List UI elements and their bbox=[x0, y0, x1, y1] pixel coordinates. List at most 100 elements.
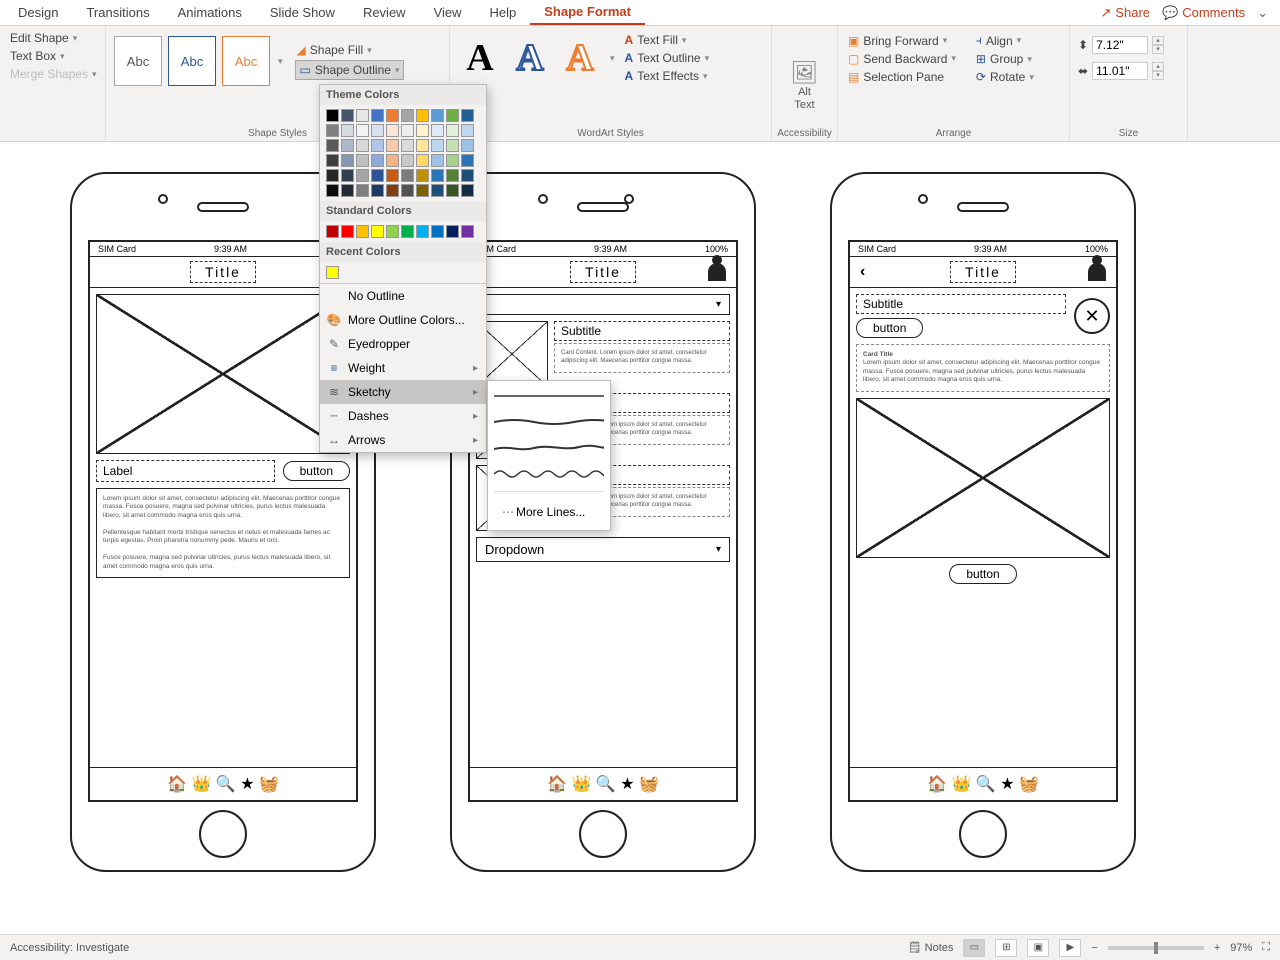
color-swatch[interactable] bbox=[416, 169, 429, 182]
color-swatch[interactable] bbox=[356, 124, 369, 137]
tab-shape-format[interactable]: Shape Format bbox=[530, 0, 645, 25]
color-swatch[interactable] bbox=[356, 154, 369, 167]
color-swatch[interactable] bbox=[371, 109, 384, 122]
more-lines-item[interactable]: ⋯More Lines... bbox=[494, 500, 604, 524]
shape-width[interactable]: ⬌▴▾ bbox=[1078, 62, 1179, 80]
share-button[interactable]: ↗Share bbox=[1100, 5, 1150, 21]
tab-slideshow[interactable]: Slide Show bbox=[256, 1, 349, 24]
view-slideshow[interactable]: ▶ bbox=[1059, 939, 1081, 957]
color-swatch[interactable] bbox=[386, 124, 399, 137]
color-swatch[interactable] bbox=[416, 124, 429, 137]
shape-style-2[interactable]: Abc bbox=[168, 36, 216, 86]
shape-style-more[interactable]: ▾ bbox=[276, 55, 285, 68]
color-swatch[interactable] bbox=[356, 225, 369, 238]
color-swatch[interactable] bbox=[326, 109, 339, 122]
color-swatch[interactable] bbox=[356, 139, 369, 152]
color-swatch[interactable] bbox=[326, 124, 339, 137]
shape-fill-button[interactable]: ◢Shape Fill▾ bbox=[295, 42, 405, 58]
sketchy-item[interactable]: ≋Sketchy▸ ⋯More Lines... bbox=[320, 380, 486, 404]
tab-transitions[interactable]: Transitions bbox=[72, 1, 163, 24]
color-swatch[interactable] bbox=[341, 109, 354, 122]
view-sorter[interactable]: ⊞ bbox=[995, 939, 1017, 957]
color-swatch[interactable] bbox=[446, 184, 459, 197]
tab-view[interactable]: View bbox=[420, 1, 476, 24]
color-swatch[interactable] bbox=[326, 169, 339, 182]
color-swatch[interactable] bbox=[356, 184, 369, 197]
color-swatch[interactable] bbox=[416, 225, 429, 238]
color-swatch[interactable] bbox=[356, 109, 369, 122]
notes-button[interactable]: 🗒 Notes bbox=[908, 941, 954, 954]
sketchy-style-scribble[interactable] bbox=[494, 465, 604, 483]
color-swatch[interactable] bbox=[386, 184, 399, 197]
color-swatch[interactable] bbox=[341, 184, 354, 197]
dashes-item[interactable]: ┄Dashes▸ bbox=[320, 404, 486, 428]
color-swatch[interactable] bbox=[371, 169, 384, 182]
color-swatch[interactable] bbox=[431, 139, 444, 152]
edit-shape-button[interactable]: Edit Shape▾ bbox=[8, 30, 97, 46]
color-swatch[interactable] bbox=[401, 109, 414, 122]
zoom-out[interactable]: − bbox=[1091, 942, 1097, 954]
color-swatch[interactable] bbox=[416, 184, 429, 197]
color-swatch[interactable] bbox=[371, 124, 384, 137]
color-swatch[interactable] bbox=[386, 169, 399, 182]
color-swatch[interactable] bbox=[341, 139, 354, 152]
color-swatch[interactable] bbox=[416, 109, 429, 122]
color-swatch[interactable] bbox=[461, 109, 474, 122]
color-swatch[interactable] bbox=[461, 169, 474, 182]
bring-forward-button[interactable]: ▣Bring Forward▾ bbox=[846, 33, 958, 49]
color-swatch[interactable] bbox=[326, 225, 339, 238]
color-swatch[interactable] bbox=[446, 124, 459, 137]
color-swatch[interactable] bbox=[431, 109, 444, 122]
more-outline-colors-item[interactable]: 🎨More Outline Colors... bbox=[320, 308, 486, 332]
tab-review[interactable]: Review bbox=[349, 1, 420, 24]
color-swatch[interactable] bbox=[401, 184, 414, 197]
text-box-button[interactable]: Text Box▾ bbox=[8, 48, 97, 64]
color-swatch[interactable] bbox=[326, 139, 339, 152]
color-swatch[interactable] bbox=[341, 169, 354, 182]
accessibility-status[interactable]: Accessibility: Investigate bbox=[10, 942, 129, 954]
color-swatch[interactable] bbox=[431, 154, 444, 167]
color-swatch[interactable] bbox=[371, 225, 384, 238]
color-swatch[interactable] bbox=[446, 225, 459, 238]
color-swatch[interactable] bbox=[416, 139, 429, 152]
no-outline-item[interactable]: No Outline bbox=[320, 284, 486, 308]
color-swatch[interactable] bbox=[461, 184, 474, 197]
arrows-item[interactable]: ↔Arrows▸ bbox=[320, 428, 486, 452]
color-swatch[interactable] bbox=[461, 225, 474, 238]
color-swatch[interactable] bbox=[341, 225, 354, 238]
view-reading[interactable]: ▣ bbox=[1027, 939, 1049, 957]
color-swatch[interactable] bbox=[371, 184, 384, 197]
zoom-level[interactable]: 97% bbox=[1230, 942, 1252, 954]
color-swatch[interactable] bbox=[461, 154, 474, 167]
comments-button[interactable]: 💬Comments bbox=[1162, 5, 1245, 21]
color-swatch[interactable] bbox=[446, 139, 459, 152]
weight-item[interactable]: ≡Weight▸ bbox=[320, 356, 486, 380]
color-swatch[interactable] bbox=[326, 266, 339, 279]
color-swatch[interactable] bbox=[431, 184, 444, 197]
send-backward-button[interactable]: ▢Send Backward▾ bbox=[846, 51, 958, 67]
color-swatch[interactable] bbox=[371, 139, 384, 152]
zoom-slider[interactable] bbox=[1108, 946, 1204, 950]
color-swatch[interactable] bbox=[386, 225, 399, 238]
phone-mockup-3[interactable]: SIM Card9:39 AM100% ‹Title Subtitle butt… bbox=[830, 172, 1136, 872]
wordart-style-2[interactable]: A bbox=[508, 36, 552, 80]
sketchy-style-straight[interactable] bbox=[494, 387, 604, 405]
wordart-style-3[interactable]: A bbox=[558, 36, 602, 80]
text-fill-button[interactable]: AText Fill▾ bbox=[623, 32, 712, 48]
color-swatch[interactable] bbox=[446, 154, 459, 167]
color-swatch[interactable] bbox=[401, 124, 414, 137]
color-swatch[interactable] bbox=[386, 109, 399, 122]
merge-shapes-button[interactable]: Merge Shapes▾ bbox=[8, 66, 97, 82]
color-swatch[interactable] bbox=[401, 139, 414, 152]
tab-animations[interactable]: Animations bbox=[164, 1, 256, 24]
color-swatch[interactable] bbox=[326, 184, 339, 197]
color-swatch[interactable] bbox=[431, 169, 444, 182]
slide-canvas[interactable]: SIM Card9:39 AM100% Title Label button L… bbox=[0, 158, 1280, 922]
color-swatch[interactable] bbox=[371, 154, 384, 167]
color-swatch[interactable] bbox=[326, 154, 339, 167]
text-outline-button[interactable]: AText Outline▾ bbox=[623, 50, 712, 66]
fit-to-window[interactable]: ⛶ bbox=[1262, 941, 1270, 954]
zoom-in[interactable]: + bbox=[1214, 942, 1220, 954]
shape-style-3[interactable]: Abc bbox=[222, 36, 270, 86]
tab-design[interactable]: Design bbox=[4, 1, 72, 24]
